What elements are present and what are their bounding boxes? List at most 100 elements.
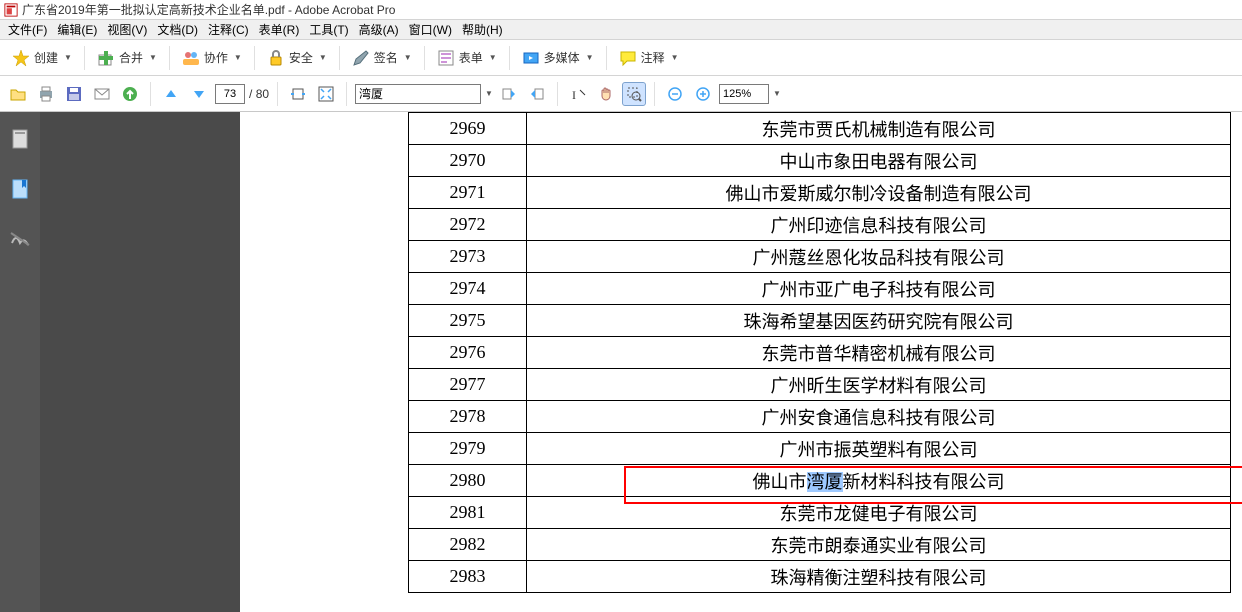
- pages-panel-icon[interactable]: [9, 128, 31, 150]
- collab-button[interactable]: 协作 ▼: [176, 45, 248, 71]
- zoom-level-input[interactable]: [719, 84, 769, 104]
- row-number-cell: 2975: [409, 305, 527, 337]
- company-name-cell: 广州蔻丝恩化妆品科技有限公司: [527, 241, 1231, 273]
- share-button[interactable]: [118, 82, 142, 106]
- menu-window[interactable]: 窗口(W): [405, 19, 456, 40]
- row-number-cell: 2981: [409, 497, 527, 529]
- find-next-button[interactable]: [525, 82, 549, 106]
- media-button[interactable]: 多媒体 ▼: [516, 45, 600, 71]
- zoom-out-button[interactable]: [663, 82, 687, 106]
- menubar: 文件(F) 编辑(E) 视图(V) 文档(D) 注释(C) 表单(R) 工具(T…: [0, 20, 1242, 40]
- chevron-down-icon: ▼: [319, 53, 327, 62]
- company-name-cell: 广州印迹信息科技有限公司: [527, 209, 1231, 241]
- table-row: 2971佛山市爱斯威尔制冷设备制造有限公司: [409, 177, 1231, 209]
- row-number-cell: 2976: [409, 337, 527, 369]
- hand-tool[interactable]: [594, 82, 618, 106]
- row-number-cell: 2973: [409, 241, 527, 273]
- main-area: 2969东莞市贾氏机械制造有限公司2970中山市象田电器有限公司2971佛山市爱…: [0, 112, 1242, 612]
- page-number-input[interactable]: [215, 84, 245, 104]
- chevron-down-icon[interactable]: ▼: [773, 89, 781, 98]
- page-up-button[interactable]: [159, 82, 183, 106]
- menu-view[interactable]: 视图(V): [103, 19, 151, 40]
- save-button[interactable]: [62, 82, 86, 106]
- find-input[interactable]: [355, 84, 481, 104]
- row-number-cell: 2974: [409, 273, 527, 305]
- row-number-cell: 2978: [409, 401, 527, 433]
- menu-file[interactable]: 文件(F): [4, 19, 51, 40]
- sign-label: 签名: [374, 49, 398, 66]
- open-button[interactable]: [6, 82, 30, 106]
- signature-panel-icon[interactable]: [9, 228, 31, 250]
- table-row: 2977广州昕生医学材料有限公司: [409, 369, 1231, 401]
- merge-label: 合并: [119, 49, 143, 66]
- table-row: 2980佛山市湾厦新材料科技有限公司: [409, 465, 1231, 497]
- row-number-cell: 2970: [409, 145, 527, 177]
- company-name-cell: 佛山市湾厦新材料科技有限公司: [527, 465, 1231, 497]
- company-name-cell: 珠海希望基因医药研究院有限公司: [527, 305, 1231, 337]
- app-icon: [4, 3, 18, 17]
- table-row: 2981东莞市龙健电子有限公司: [409, 497, 1231, 529]
- company-name-cell: 珠海精衡注塑科技有限公司: [527, 561, 1231, 593]
- bubble-icon: [619, 49, 637, 67]
- table-row: 2973广州蔻丝恩化妆品科技有限公司: [409, 241, 1231, 273]
- lock-icon: [267, 49, 285, 67]
- table-row: 2983珠海精衡注塑科技有限公司: [409, 561, 1231, 593]
- plus-icon: [97, 49, 115, 67]
- comment-button[interactable]: 注释 ▼: [613, 45, 685, 71]
- menu-edit[interactable]: 编辑(E): [53, 19, 101, 40]
- company-name-cell: 广州安食通信息科技有限公司: [527, 401, 1231, 433]
- security-button[interactable]: 安全 ▼: [261, 45, 333, 71]
- bookmarks-panel-icon[interactable]: [9, 178, 31, 200]
- menu-help[interactable]: 帮助(H): [458, 19, 507, 40]
- menu-comment[interactable]: 注释(C): [204, 19, 253, 40]
- create-button[interactable]: 创建 ▼: [6, 45, 78, 71]
- sign-button[interactable]: 签名 ▼: [346, 45, 418, 71]
- menu-tools[interactable]: 工具(T): [305, 19, 352, 40]
- menu-document[interactable]: 文档(D): [153, 19, 202, 40]
- chevron-down-icon: ▼: [404, 53, 412, 62]
- marquee-zoom-tool[interactable]: [622, 82, 646, 106]
- company-name-cell: 广州市振英塑料有限公司: [527, 433, 1231, 465]
- menu-form[interactable]: 表单(R): [255, 19, 304, 40]
- find-prev-button[interactable]: [497, 82, 521, 106]
- table-row: 2972广州印迹信息科技有限公司: [409, 209, 1231, 241]
- table-row: 2975珠海希望基因医药研究院有限公司: [409, 305, 1231, 337]
- chevron-down-icon: ▼: [586, 53, 594, 62]
- table-row: 2974广州市亚广电子科技有限公司: [409, 273, 1231, 305]
- fit-page-button[interactable]: [314, 82, 338, 106]
- star-icon: [12, 49, 30, 67]
- chevron-down-icon: ▼: [234, 53, 242, 62]
- row-number-cell: 2972: [409, 209, 527, 241]
- page-down-button[interactable]: [187, 82, 211, 106]
- chevron-down-icon: ▼: [671, 53, 679, 62]
- email-button[interactable]: [90, 82, 114, 106]
- document-area[interactable]: 2969东莞市贾氏机械制造有限公司2970中山市象田电器有限公司2971佛山市爱…: [240, 112, 1242, 612]
- row-number-cell: 2979: [409, 433, 527, 465]
- pdf-table: 2969东莞市贾氏机械制造有限公司2970中山市象田电器有限公司2971佛山市爱…: [408, 112, 1231, 593]
- merge-button[interactable]: 合并 ▼: [91, 45, 163, 71]
- print-button[interactable]: [34, 82, 58, 106]
- toolbar-primary: 创建 ▼ 合并 ▼ 协作 ▼ 安全 ▼ 签名 ▼ 表单 ▼ 多媒体 ▼ 注释 ▼: [0, 40, 1242, 76]
- form-button[interactable]: 表单 ▼: [431, 45, 503, 71]
- chevron-down-icon: ▼: [64, 53, 72, 62]
- row-number-cell: 2980: [409, 465, 527, 497]
- company-name-cell: 广州市亚广电子科技有限公司: [527, 273, 1231, 305]
- table-row: 2969东莞市贾氏机械制造有限公司: [409, 113, 1231, 145]
- company-name-cell: 东莞市龙健电子有限公司: [527, 497, 1231, 529]
- window-title: 广东省2019年第一批拟认定高新技术企业名单.pdf - Adobe Acrob…: [22, 1, 395, 18]
- table-row: 2982东莞市朗泰通实业有限公司: [409, 529, 1231, 561]
- zoom-in-button[interactable]: [691, 82, 715, 106]
- svg-text:I: I: [572, 88, 576, 102]
- comment-label: 注释: [641, 49, 665, 66]
- row-number-cell: 2969: [409, 113, 527, 145]
- company-name-cell: 东莞市朗泰通实业有限公司: [527, 529, 1231, 561]
- media-label: 多媒体: [544, 49, 580, 66]
- chevron-down-icon[interactable]: ▼: [485, 89, 493, 98]
- table-row: 2978广州安食通信息科技有限公司: [409, 401, 1231, 433]
- menu-advanced[interactable]: 高级(A): [355, 19, 403, 40]
- page-gutter: [40, 112, 240, 612]
- toolbar-secondary: / 80 ▼ I ▼: [0, 76, 1242, 112]
- row-number-cell: 2983: [409, 561, 527, 593]
- text-select-tool[interactable]: I: [566, 82, 590, 106]
- fit-width-button[interactable]: [286, 82, 310, 106]
